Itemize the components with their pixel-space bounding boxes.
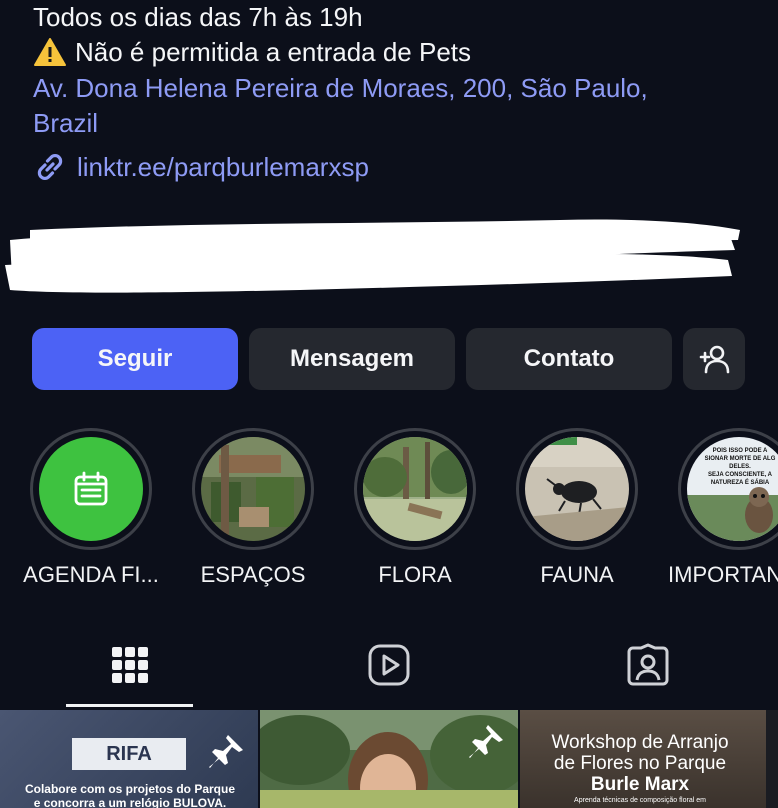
highlight-espacos[interactable]: ESPAÇOS — [190, 428, 316, 587]
highlight-importan[interactable]: POIS ISSO PODE A SIONAR MORTE DE ALG DEL… — [668, 428, 778, 587]
pin-icon — [209, 735, 243, 768]
highlight-agenda[interactable]: AGENDA FI... — [23, 428, 159, 587]
tile-gap — [766, 710, 778, 808]
post-tile[interactable]: RIFA Colabore com os projetos do Parque … — [0, 710, 258, 808]
warning-icon — [34, 38, 66, 66]
tab-grid[interactable] — [100, 640, 160, 690]
pets-notice-text: Não é permitida a entrada de Pets — [75, 37, 472, 67]
bio-address-line2[interactable]: Brazil — [33, 106, 98, 140]
story-text: SIONAR MORTE DE ALG — [704, 456, 776, 462]
reels-icon — [368, 644, 410, 686]
post-tile[interactable]: Workshop de Arranjo de Flores no Parque … — [520, 710, 778, 808]
highlight-flora[interactable]: FLORA — [352, 428, 478, 587]
message-button[interactable]: Mensagem — [249, 328, 455, 390]
post-caption: Colabore com os projetos do Parque — [24, 782, 236, 796]
add-user-button[interactable] — [683, 328, 745, 390]
story-text: SEJA CONSCIENTE, A — [708, 472, 772, 478]
pin-icon — [469, 725, 503, 758]
story-text: POIS ISSO PODE A — [712, 448, 768, 454]
bio-link[interactable]: linktr.ee/parqburlemarxsp — [33, 150, 369, 184]
espacos-thumbnail — [201, 437, 305, 541]
story-text: NATUREZA É SÁBIA — [710, 480, 770, 486]
follow-button[interactable]: Seguir — [32, 328, 238, 390]
active-tab-indicator — [66, 704, 193, 707]
post-subtitle: Aprenda técnicas de composição floral em — [574, 797, 706, 804]
contact-button[interactable]: Contato — [466, 328, 672, 390]
link-icon — [37, 154, 63, 180]
bio-pets-notice: Não é permitida a entrada de Pets — [33, 35, 471, 69]
grid-icon — [112, 647, 148, 683]
redacted-scribble — [5, 219, 740, 293]
tab-reels[interactable] — [359, 640, 419, 690]
bio-hours: Todos os dias das 7h às 19h — [33, 2, 363, 32]
highlight-label: IMPORTAN — [668, 562, 778, 587]
importan-thumbnail: POIS ISSO PODE A SIONAR MORTE DE ALG DEL… — [687, 437, 778, 541]
post-tile[interactable] — [260, 710, 518, 808]
add-user-icon — [699, 345, 730, 374]
fauna-thumbnail — [525, 437, 629, 541]
post-caption: e concorra a um relógio BULOVA. — [33, 796, 227, 808]
highlight-label: FAUNA — [540, 562, 614, 587]
highlight-fauna[interactable]: FAUNA — [514, 428, 640, 587]
calendar-icon — [74, 471, 108, 506]
post-badge: RIFA — [72, 738, 186, 770]
post-title: Burle Marx — [590, 774, 690, 795]
bio-address-line1[interactable]: Av. Dona Helena Pereira de Moraes, 200, … — [33, 71, 648, 105]
story-text: DELES. — [729, 464, 751, 470]
post-title: Workshop de Arranjo — [551, 732, 729, 753]
tab-tagged[interactable] — [618, 640, 678, 690]
tagged-icon — [627, 643, 669, 686]
flora-thumbnail — [363, 437, 467, 541]
post-title: de Flores no Parque — [553, 753, 727, 774]
link-text[interactable]: linktr.ee/parqburlemarxsp — [77, 152, 369, 183]
